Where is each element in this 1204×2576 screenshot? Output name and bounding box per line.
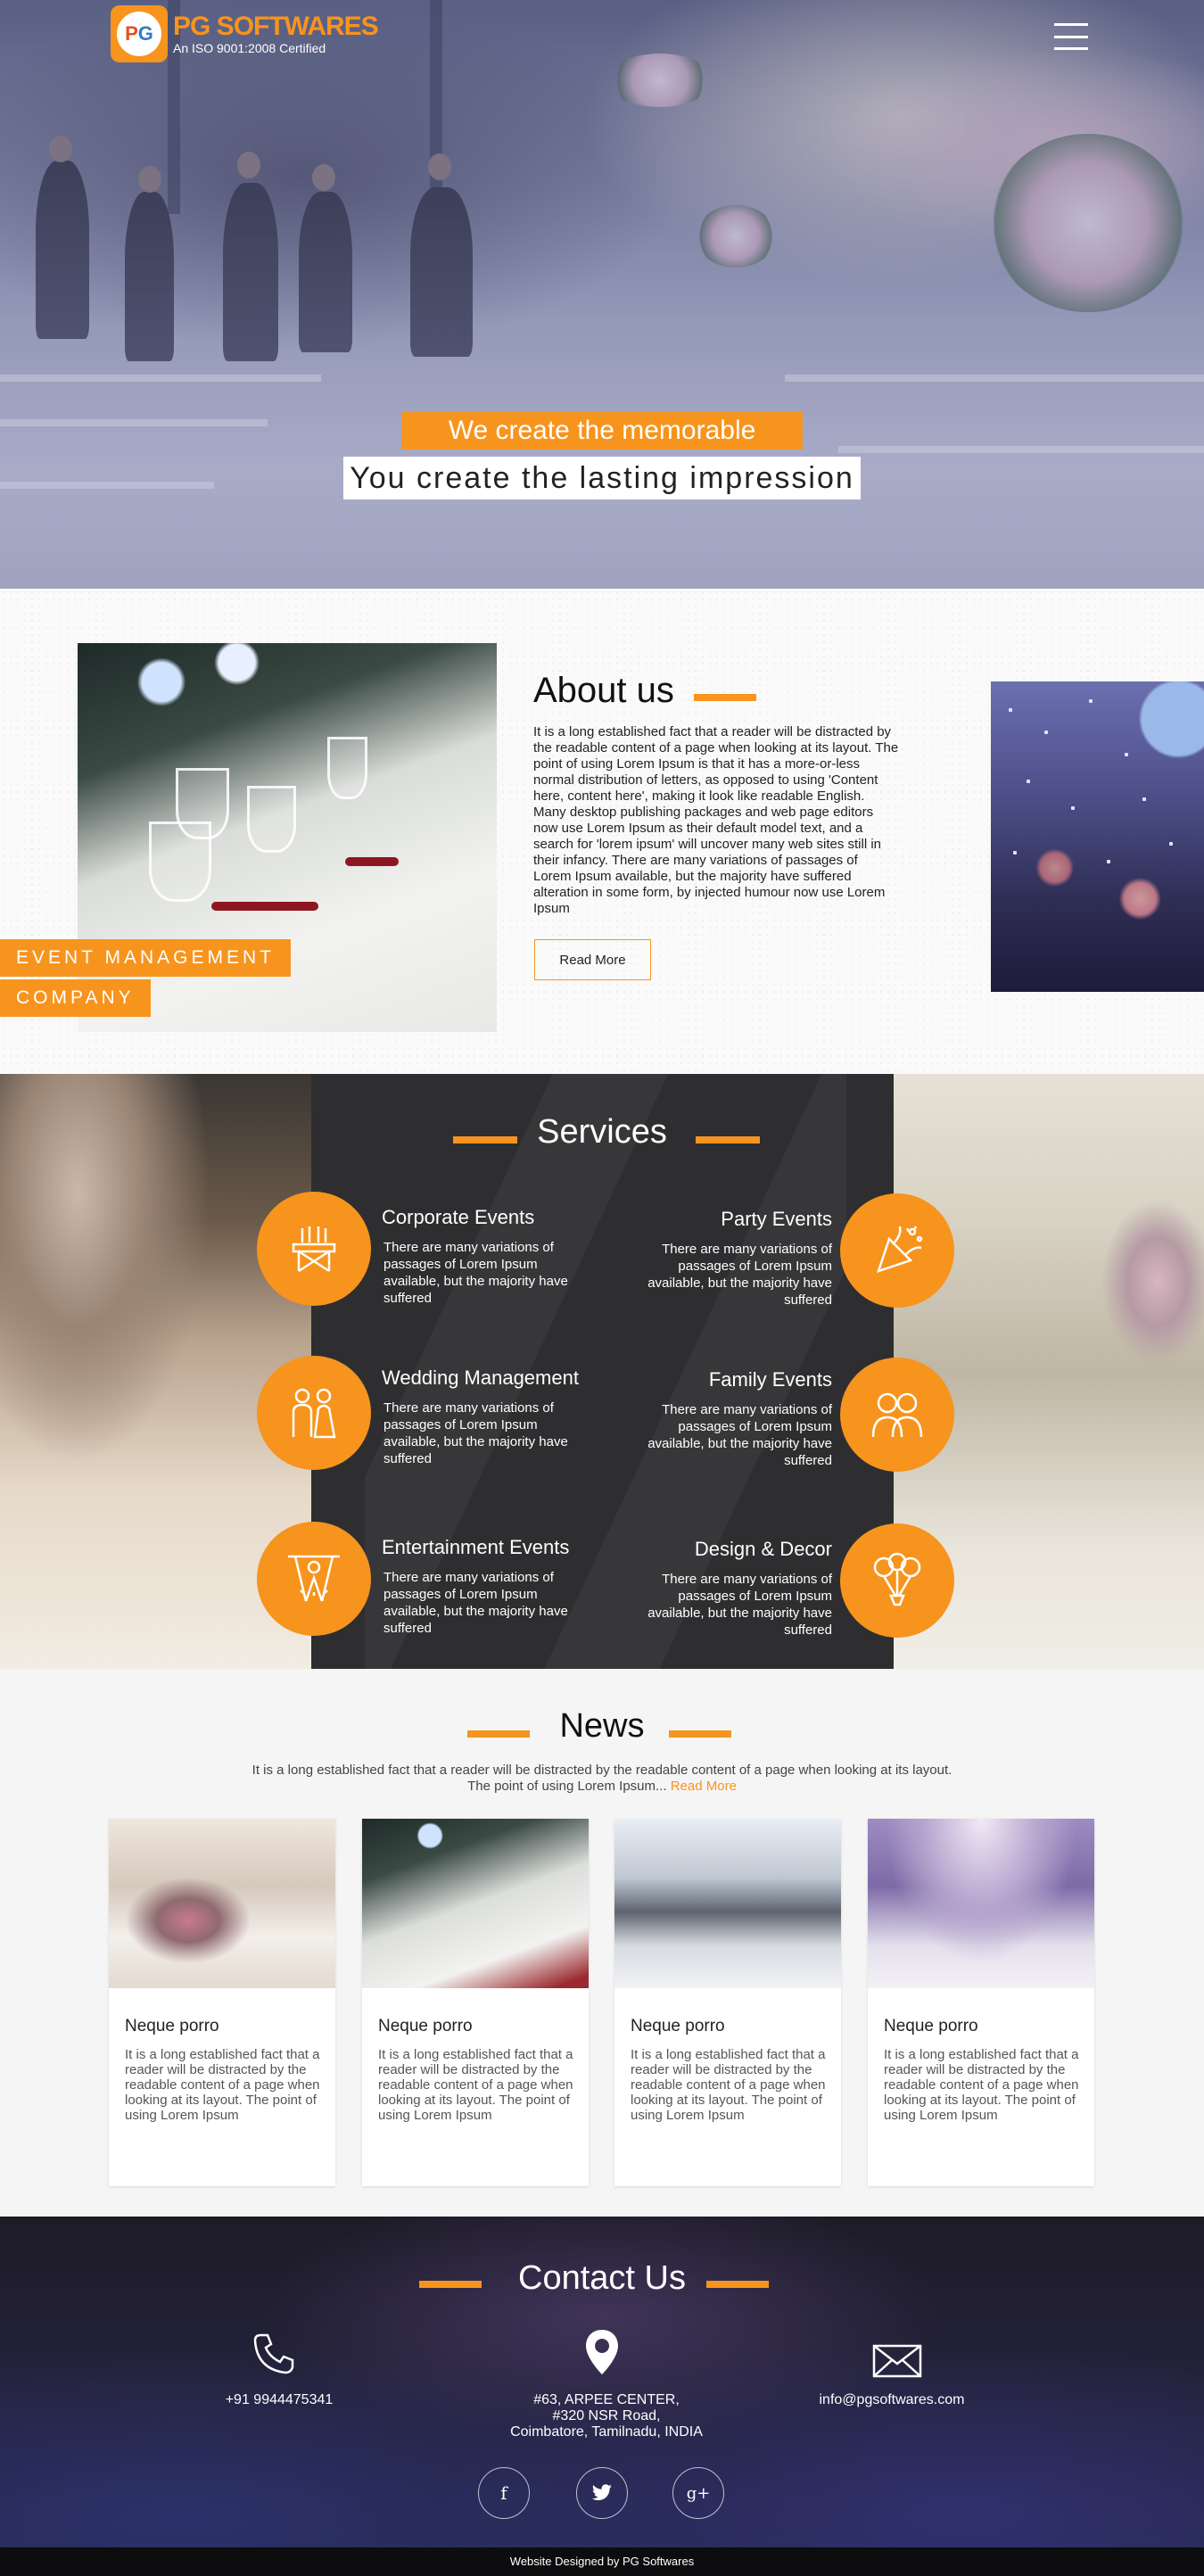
- service-text-corporate: There are many variations of passages of…: [383, 1240, 568, 1306]
- contact-title: Contact Us: [518, 2259, 686, 2297]
- envelope-icon: [872, 2344, 922, 2382]
- news-title-line-left: [467, 1730, 530, 1738]
- news-title-line-right: [669, 1730, 731, 1738]
- news-card-text: It is a long established fact that a rea…: [378, 2047, 573, 2123]
- logo-mark-icon: PG: [111, 5, 168, 62]
- news-card[interactable]: Neque porro It is a long established fac…: [362, 1819, 589, 2186]
- service-text-party: There are many variations of passages of…: [647, 1242, 832, 1308]
- service-text-wedding: There are many variations of passages of…: [383, 1400, 568, 1466]
- napkin-ribbon: [211, 902, 318, 911]
- contact-title-line-right: [706, 2281, 769, 2288]
- event-badge-line1: EVENT MANAGEMENT: [0, 939, 291, 977]
- news-card-title: Neque porro: [378, 2017, 473, 2035]
- brand-name: PG SOFTWARES: [173, 12, 379, 41]
- about-title-underline: [694, 694, 756, 701]
- contact-title-line-left: [419, 2281, 482, 2288]
- service-text-design-decor: There are many variations of passages of…: [647, 1572, 832, 1638]
- hero-tagline-secondary: You create the lasting impression: [343, 457, 861, 500]
- services-title-line-right: [696, 1136, 760, 1144]
- footer-credit: Website Designed by PG Softwares: [0, 2547, 1204, 2576]
- news-title: News: [559, 1707, 645, 1745]
- event-badge-line2: COMPANY: [0, 979, 151, 1017]
- brand-logo[interactable]: PG PG SOFTWARES An ISO 9001:2008 Certifi…: [111, 5, 379, 62]
- about-read-more-button[interactable]: Read More: [534, 939, 651, 980]
- about-description: It is a long established fact that a rea…: [533, 724, 899, 916]
- google-plus-label: g+: [686, 2483, 711, 2503]
- service-title-entertainment: Entertainment Events: [382, 1536, 570, 1558]
- news-card-text: It is a long established fact that a rea…: [884, 2047, 1079, 2123]
- family-icon: [840, 1358, 954, 1472]
- hero-tagline-primary: We create the memorable event...: [401, 412, 803, 483]
- hero-tint: [0, 0, 1204, 589]
- service-title-party: Party Events: [721, 1208, 832, 1230]
- facebook-icon[interactable]: f: [478, 2467, 530, 2519]
- news-card[interactable]: Neque porro It is a long established fac…: [868, 1819, 1094, 2186]
- news-card-title: Neque porro: [125, 2017, 219, 2035]
- news-description: It is a long established fact that a rea…: [252, 1763, 952, 1794]
- balloons-icon: [840, 1523, 954, 1638]
- service-title-family: Family Events: [708, 1368, 832, 1391]
- news-card-title: Neque porro: [884, 2017, 978, 2035]
- service-title-design-decor: Design & Decor: [694, 1538, 832, 1560]
- news-card-image: [109, 1819, 335, 1988]
- services-title: Services: [537, 1113, 667, 1151]
- news-card-image: [614, 1819, 841, 1988]
- service-text-entertainment: There are many variations of passages of…: [383, 1570, 568, 1636]
- service-title-corporate: Corporate Events: [382, 1206, 535, 1228]
- service-title-wedding: Wedding Management: [382, 1366, 579, 1389]
- contact-address: #63, ARPEE CENTER, #320 NSR Road, Coimba…: [482, 2392, 731, 2440]
- about-title: About us: [533, 671, 674, 710]
- service-text-family: There are many variations of passages of…: [647, 1402, 832, 1468]
- party-popper-icon: [840, 1193, 954, 1308]
- news-card-text: It is a long established fact that a rea…: [631, 2047, 826, 2123]
- certification-text: An ISO 9001:2008 Certified: [173, 41, 326, 55]
- google-plus-icon[interactable]: g+: [672, 2467, 724, 2519]
- stage-spotlight-icon: [257, 1522, 371, 1636]
- wine-glass: [149, 822, 211, 902]
- twitter-icon[interactable]: [576, 2467, 628, 2519]
- hamburger-icon[interactable]: [1054, 23, 1088, 50]
- bride-groom-icon: [257, 1356, 371, 1470]
- facebook-label: f: [500, 2482, 507, 2504]
- news-card[interactable]: Neque porro It is a long established fac…: [614, 1819, 841, 2186]
- news-read-more-link[interactable]: Read More: [671, 1779, 737, 1794]
- news-card-image: [362, 1819, 589, 1988]
- services-section: [0, 1074, 1204, 1669]
- contact-phone[interactable]: +91 9944475341: [190, 2392, 368, 2408]
- phone-icon: [252, 2330, 298, 2381]
- address-line: #320 NSR Road,: [552, 2408, 661, 2423]
- about-image-celebration: [991, 681, 1204, 992]
- address-line: #63, ARPEE CENTER,: [533, 2392, 680, 2407]
- news-card-title: Neque porro: [631, 2017, 725, 2035]
- banquet-table-icon: [257, 1192, 371, 1306]
- news-card[interactable]: Neque porro It is a long established fac…: [109, 1819, 335, 2186]
- wine-glass: [327, 737, 367, 799]
- news-card-image: [868, 1819, 1094, 1988]
- address-line: Coimbatore, Tamilnadu, INDIA: [510, 2424, 703, 2440]
- hero-banner: [0, 0, 1204, 589]
- news-card-text: It is a long established fact that a rea…: [125, 2047, 320, 2123]
- wine-glass: [247, 786, 296, 853]
- location-pin-icon: [583, 2328, 621, 2381]
- napkin-ribbon: [345, 857, 399, 866]
- contact-email[interactable]: info@pgsoftwares.com: [794, 2392, 990, 2408]
